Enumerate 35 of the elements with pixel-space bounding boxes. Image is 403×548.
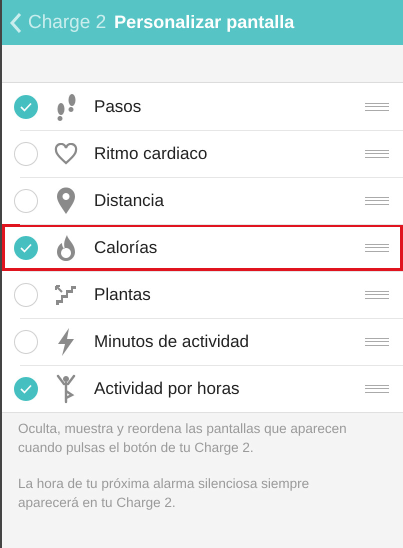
screen-label: Pasos: [94, 96, 142, 116]
drag-handle-icon[interactable]: [365, 338, 389, 346]
checkbox[interactable]: [14, 94, 38, 118]
checkbox[interactable]: [14, 376, 38, 400]
checkbox[interactable]: [14, 236, 38, 260]
help-text: La hora de tu próxima alarma silenciosa siempre aparecerá en tu Charge 2.: [18, 475, 310, 512]
screen-title: Personalizar pantalla: [114, 12, 294, 33]
drag-handle-icon[interactable]: [365, 102, 389, 110]
back-button[interactable]: Charge 2: [10, 12, 106, 34]
screen-label: Minutos de actividad: [94, 332, 250, 352]
checkmark-icon: [20, 242, 32, 252]
lightning-bolt-icon: [56, 326, 76, 356]
stairs-icon: [54, 284, 78, 306]
drag-handle-icon[interactable]: [365, 244, 389, 252]
figure-icon: [55, 374, 77, 404]
drag-handle-icon[interactable]: [365, 196, 389, 204]
screen-label: Calorías: [94, 238, 158, 258]
screen-label: Distancia: [94, 190, 165, 210]
drag-handle-icon[interactable]: [365, 150, 389, 158]
checkbox[interactable]: [14, 282, 38, 306]
heart-icon: [54, 142, 78, 164]
checkbox[interactable]: [14, 330, 38, 354]
flame-icon: [55, 234, 77, 262]
checkmark-icon: [20, 102, 32, 112]
location-pin-icon: [56, 186, 76, 214]
screen-label: Plantas: [94, 284, 152, 304]
drag-handle-icon[interactable]: [365, 290, 389, 298]
screen-label: Ritmo cardiaco: [94, 144, 208, 164]
screen-label: Actividad por horas: [94, 378, 241, 398]
checkbox[interactable]: [14, 188, 38, 212]
checkbox[interactable]: [14, 142, 38, 166]
drag-handle-icon[interactable]: [365, 384, 389, 392]
help-text: Oculta, muestra y reordena las pantallas que aparecen cuando pulsas el botón de tu Charge 2.: [18, 420, 348, 457]
back-chevron-icon: [10, 12, 22, 34]
checkmark-icon: [20, 384, 32, 394]
